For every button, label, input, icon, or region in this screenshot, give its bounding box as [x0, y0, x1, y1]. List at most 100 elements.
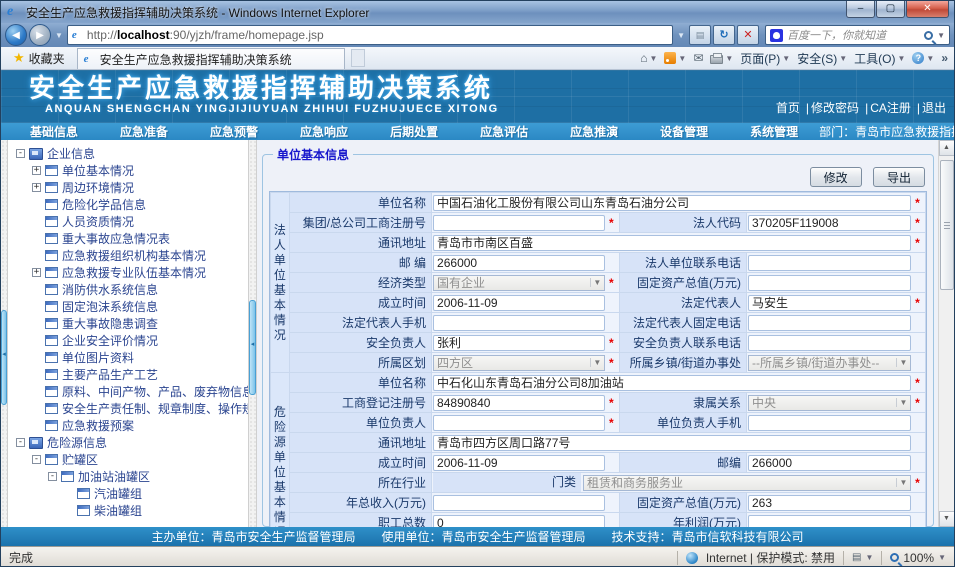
text-input[interactable] [748, 315, 911, 331]
browser-tab[interactable]: e 安全生产应急救援指挥辅助决策系统 [77, 48, 345, 69]
text-input[interactable] [433, 515, 605, 528]
left-edge-splitter[interactable] [1, 140, 8, 527]
print-button[interactable]: ▼ [710, 52, 733, 64]
scroll-down-arrow[interactable]: ▼ [939, 511, 955, 527]
tree-item[interactable]: 固定泡沫系统信息 [10, 298, 248, 315]
address-field[interactable]: e http://localhost:90/yjzh/frame/homepag… [67, 25, 673, 45]
tree-toggle[interactable]: - [16, 438, 25, 447]
tree-item[interactable]: 安全生产责任制、规章制度、操作规程信息 [10, 400, 248, 417]
compatibility-view-button[interactable]: ▤ [689, 25, 711, 45]
nav-emergency-response[interactable]: 应急响应 [279, 123, 369, 140]
dropdown-select[interactable]: 四方区▼ [433, 355, 605, 371]
dropdown-select[interactable]: --所属乡镇/街道办事处--▼ [748, 355, 911, 371]
tree-toggle[interactable]: + [32, 268, 41, 277]
tree-item[interactable]: 主要产品生产工艺 [10, 366, 248, 383]
tree-item[interactable]: 单位图片资料 [10, 349, 248, 366]
tree-item[interactable]: +应急救援专业队伍基本情况 [10, 264, 248, 281]
nav-post-disposal[interactable]: 后期处置 [369, 123, 459, 140]
refresh-button[interactable]: ↻ [713, 25, 735, 45]
text-input[interactable] [433, 395, 605, 411]
home-button[interactable]: ⌂▼ [640, 51, 657, 65]
text-input[interactable] [433, 295, 605, 311]
text-input[interactable] [748, 455, 911, 471]
search-dropdown-icon[interactable]: ▼ [937, 31, 945, 40]
tree-item[interactable]: +单位基本情况 [10, 162, 248, 179]
modify-button[interactable]: 修改 [810, 167, 862, 187]
feeds-button[interactable]: ▼ [664, 52, 686, 64]
tree-toggle[interactable]: - [16, 149, 25, 158]
tree-item[interactable]: 重大事故隐患调查 [10, 315, 248, 332]
menu-safety[interactable]: 安全(S)▼ [797, 50, 847, 67]
scroll-up-arrow[interactable]: ▲ [939, 140, 955, 156]
tree-item[interactable]: 企业安全评价情况 [10, 332, 248, 349]
text-input[interactable] [748, 495, 911, 511]
close-button[interactable]: ✕ [906, 1, 949, 18]
tree-item[interactable]: 重大事故应急情况表 [10, 230, 248, 247]
nav-emergency-prepare[interactable]: 应急准备 [99, 123, 189, 140]
search-box[interactable]: 百度一下，你就知道 ▼ [765, 25, 950, 45]
maximize-button[interactable]: ▢ [876, 1, 905, 18]
tree-item[interactable]: 应急救援预案 [10, 417, 248, 434]
tree-item[interactable]: 消防供水系统信息 [10, 281, 248, 298]
tree-item[interactable]: -危险源信息 [10, 434, 248, 451]
splitter-collapse-handle[interactable] [1, 310, 7, 405]
text-input[interactable] [433, 495, 605, 511]
text-input[interactable] [748, 215, 911, 231]
tree-item[interactable]: 危险化学品信息 [10, 196, 248, 213]
text-input[interactable] [433, 455, 605, 471]
minimize-button[interactable]: – [846, 1, 875, 18]
new-tab-button[interactable] [351, 49, 365, 67]
help-button[interactable]: ?▼ [912, 52, 934, 64]
tree-toggle[interactable]: + [32, 166, 41, 175]
link-ca-register[interactable]: CA注册 [870, 101, 911, 115]
tree-item[interactable]: 应急救援组织机构基本情况 [10, 247, 248, 264]
text-input[interactable] [433, 195, 911, 211]
text-input[interactable] [433, 335, 605, 351]
scroll-thumb[interactable] [940, 160, 954, 290]
toolbar-overflow-chevron[interactable]: » [941, 51, 948, 65]
nav-emergency-drill[interactable]: 应急推演 [549, 123, 639, 140]
text-input[interactable] [433, 375, 911, 391]
stop-button[interactable]: ✕ [737, 25, 759, 45]
dropdown-select[interactable]: 中央▼ [748, 395, 911, 411]
text-input[interactable] [748, 515, 911, 528]
back-button[interactable]: ◀ [5, 24, 27, 46]
splitter-collapse-handle[interactable] [249, 300, 256, 395]
nav-emergency-warning[interactable]: 应急预警 [189, 123, 279, 140]
text-input[interactable] [748, 295, 911, 311]
search-icon[interactable] [924, 31, 933, 40]
tree-item[interactable]: 汽油罐组 [10, 485, 248, 502]
dropdown-select[interactable]: 国有企业▼ [433, 275, 605, 291]
nav-system-management[interactable]: 系统管理 [729, 123, 819, 140]
text-input[interactable] [433, 255, 605, 271]
vertical-scrollbar[interactable]: ▲ ▼ [938, 140, 954, 527]
nav-basic-info[interactable]: 基础信息 [9, 123, 99, 140]
text-input[interactable] [748, 275, 911, 291]
text-input[interactable] [748, 415, 911, 431]
forward-button[interactable]: ▶ [29, 24, 51, 46]
nav-device-management[interactable]: 设备管理 [639, 123, 729, 140]
dropdown-select[interactable]: 租赁和商务服务业▼ [583, 475, 911, 491]
text-input[interactable] [433, 415, 605, 431]
favorites-button[interactable]: ★ 收藏夹 [7, 48, 71, 69]
address-dropdown-icon[interactable]: ▼ [675, 31, 687, 40]
history-dropdown-icon[interactable]: ▼ [53, 31, 65, 40]
text-input[interactable] [748, 255, 911, 271]
tree-toggle[interactable]: + [32, 183, 41, 192]
protected-mode-menu[interactable]: ▤▼ [852, 552, 873, 563]
link-change-password[interactable]: 修改密码 [811, 101, 859, 115]
mail-button[interactable]: ✉ [693, 51, 703, 65]
tree-form-splitter[interactable] [248, 140, 257, 527]
tree-item[interactable]: -加油站油罐区 [10, 468, 248, 485]
tree-item[interactable]: 柴油罐组 [10, 502, 248, 519]
menu-page[interactable]: 页面(P)▼ [740, 50, 790, 67]
tree-item[interactable]: 原料、中间产物、产品、废弃物信息 [10, 383, 248, 400]
export-button[interactable]: 导出 [873, 167, 925, 187]
zoom-control[interactable]: 100% ▼ [890, 551, 946, 565]
tree-item[interactable]: -贮罐区 [10, 451, 248, 468]
tree-item[interactable]: +周边环境情况 [10, 179, 248, 196]
menu-tools[interactable]: 工具(O)▼ [854, 50, 905, 67]
tree-item[interactable]: 人员资质情况 [10, 213, 248, 230]
tree-item[interactable]: -企业信息 [10, 145, 248, 162]
link-home[interactable]: 首页 [776, 101, 800, 115]
